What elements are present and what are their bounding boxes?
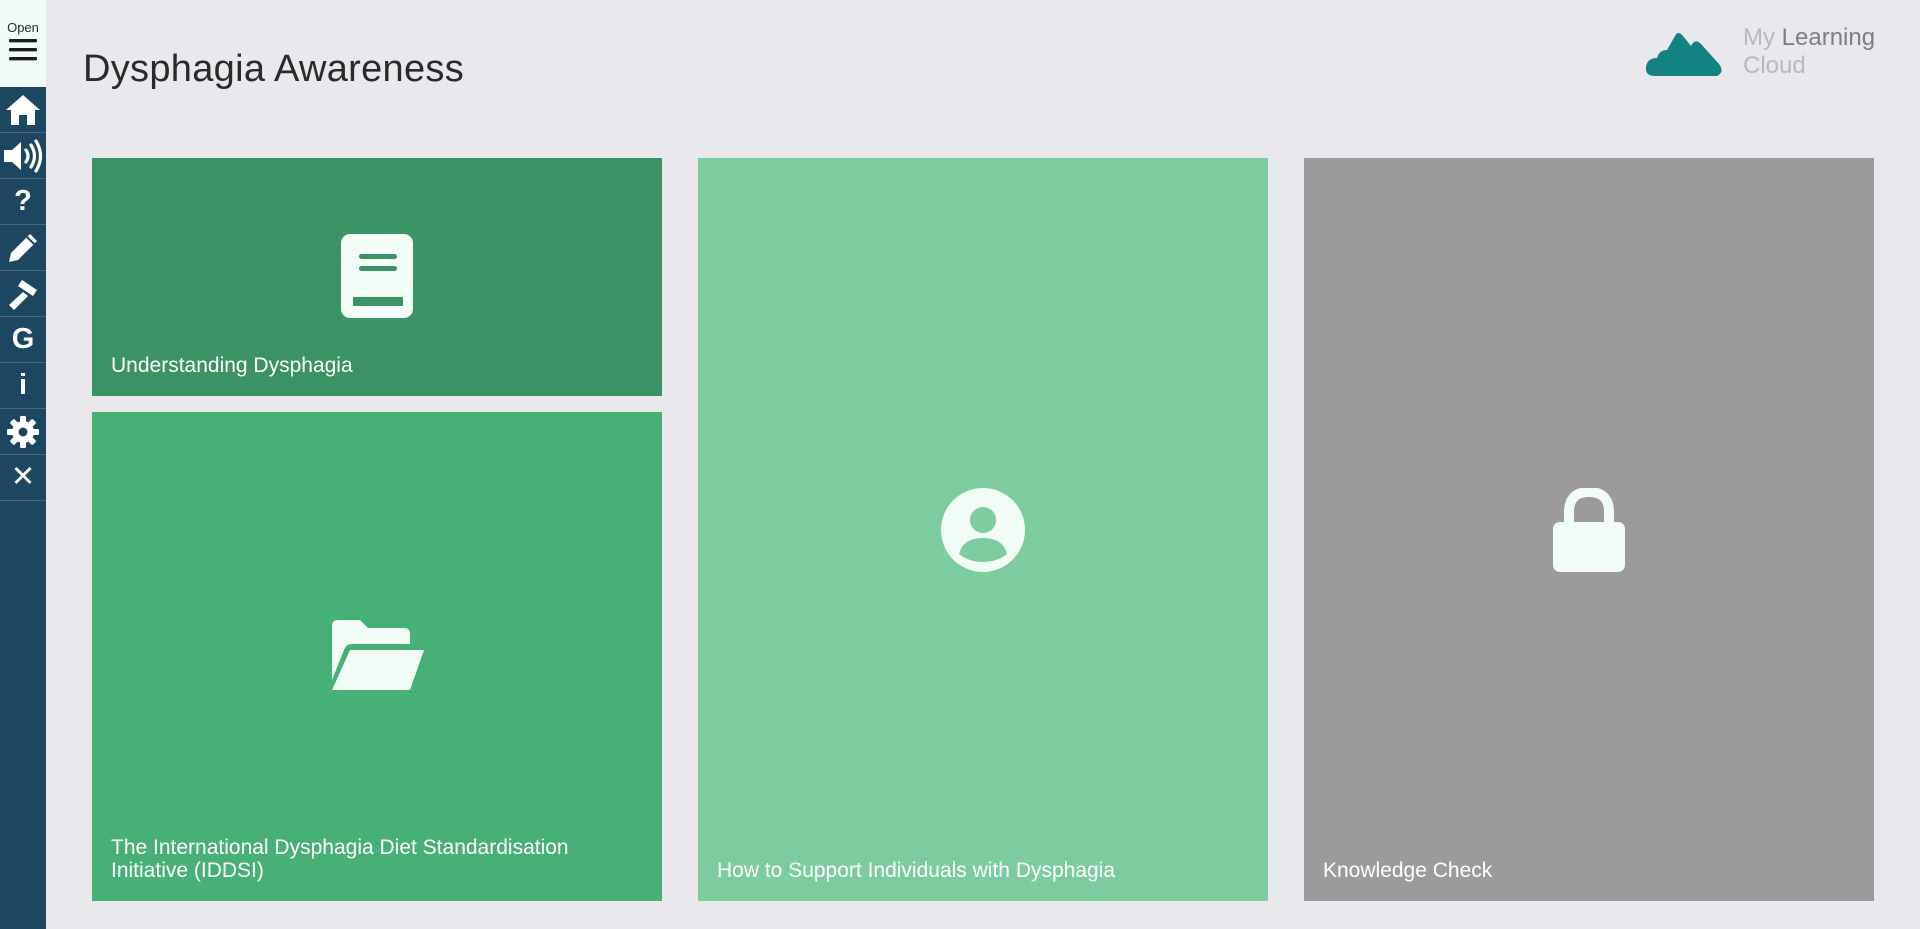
tile-how-to-support[interactable]: How to Support Individuals with Dysphagi… <box>698 158 1268 901</box>
pencil-icon <box>9 233 37 262</box>
user-circle-icon <box>941 488 1025 572</box>
tile-label: The International Dysphagia Diet Standar… <box>111 836 569 882</box>
folder-open-icon <box>332 620 424 690</box>
tile-understanding-dysphagia[interactable]: Understanding Dysphagia <box>92 158 662 396</box>
gear-icon <box>7 415 39 448</box>
glossary-icon: G <box>11 323 35 355</box>
sidebar-info-button[interactable]: i <box>0 363 46 409</box>
cloud-logo-icon <box>1645 33 1722 76</box>
sidebar-audio-button[interactable] <box>0 133 46 179</box>
info-icon: i <box>18 369 28 401</box>
volume-icon <box>4 138 43 173</box>
hammer-icon <box>9 279 37 310</box>
hamburger-icon <box>9 39 37 61</box>
page-title: Dysphagia Awareness <box>83 48 465 90</box>
sidebar-tools-button[interactable] <box>0 271 46 317</box>
tile-label: How to Support Individuals with Dysphagi… <box>717 859 1116 882</box>
sidebar-settings-button[interactable] <box>0 409 46 455</box>
question-icon: ? <box>14 185 32 217</box>
sidebar-close-button[interactable]: ✕ <box>0 455 46 501</box>
menu-toggle-button[interactable]: Open <box>0 0 46 87</box>
sidebar-notes-button[interactable] <box>0 225 46 271</box>
sidebar-help-button[interactable]: ? <box>0 179 46 225</box>
menu-toggle-label: Open <box>7 20 39 35</box>
book-icon <box>341 234 413 318</box>
sidebar-home-button[interactable] <box>0 87 46 133</box>
lock-icon <box>1553 488 1625 572</box>
logo: My Learning Cloud <box>1645 22 1885 86</box>
tile-knowledge-check[interactable]: Knowledge Check <box>1304 158 1874 901</box>
home-icon <box>6 94 40 125</box>
tile-label: Knowledge Check <box>1323 859 1493 882</box>
close-icon: ✕ <box>10 461 36 493</box>
sidebar-glossary-button[interactable]: G <box>0 317 46 363</box>
sidebar: Open ? G i ✕ <box>0 0 46 929</box>
logo-text-learning: Learning <box>1781 24 1876 51</box>
tile-iddsi[interactable]: The International Dysphagia Diet Standar… <box>92 412 662 901</box>
logo-text-cloud: Cloud <box>1743 52 1806 79</box>
logo-text-my: My <box>1743 24 1782 51</box>
tile-label: Understanding Dysphagia <box>111 354 353 377</box>
